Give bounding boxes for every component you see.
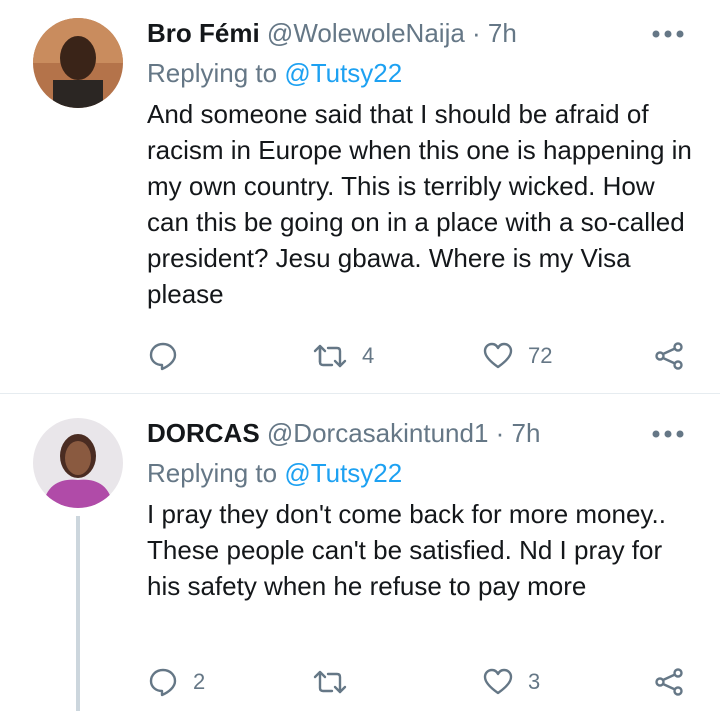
like-button[interactable]: 72 [482, 336, 552, 376]
timestamp[interactable]: · 7h [496, 418, 541, 448]
more-options-icon[interactable] [652, 28, 684, 40]
tweet-header: DORCAS @Dorcasakintund1 · 7h [147, 418, 540, 449]
replying-to-label: Replying to [147, 58, 285, 88]
share-icon [655, 342, 683, 370]
user-avatar-icon [33, 418, 123, 508]
thread-line [76, 516, 80, 711]
user-avatar-icon [33, 18, 123, 108]
like-button[interactable]: 3 [482, 662, 540, 702]
tweet-actions: 4 72 [147, 336, 697, 376]
mention-link[interactable]: @Tutsy22 [284, 458, 402, 488]
display-name[interactable]: Bro Fémi [147, 18, 260, 48]
user-handle[interactable]: @WolewoleNaija [267, 18, 465, 48]
avatar[interactable] [33, 18, 123, 108]
share-icon [655, 668, 683, 696]
share-button[interactable] [653, 662, 685, 702]
like-count: 3 [528, 669, 541, 694]
tweet-text: I pray they don't come back for more mon… [147, 499, 666, 601]
tweet-1[interactable]: Bro Fémi @WolewoleNaija · 7h Replying to… [0, 0, 720, 394]
reply-button[interactable] [147, 336, 193, 376]
display-name[interactable]: DORCAS [147, 418, 260, 448]
replying-to: Replying to @Tutsy22 [147, 58, 402, 89]
heart-icon [483, 668, 513, 695]
reply-icon [149, 668, 177, 697]
replying-to-label: Replying to [147, 458, 285, 488]
tweet-header: Bro Fémi @WolewoleNaija · 7h [147, 18, 517, 49]
retweet-button[interactable] [312, 662, 362, 702]
like-count: 72 [528, 343, 553, 368]
timestamp[interactable]: · 7h [472, 18, 517, 48]
reply-button[interactable]: 2 [147, 662, 205, 702]
tweet-text: And someone said that I should be afraid… [147, 99, 692, 309]
retweet-icon [313, 344, 347, 368]
tweet-actions: 2 3 [147, 662, 697, 702]
replying-to: Replying to @Tutsy22 [147, 458, 402, 489]
reply-count: 2 [193, 669, 206, 694]
retweet-count: 4 [362, 343, 375, 368]
more-options-icon[interactable] [652, 428, 684, 440]
reply-icon [149, 342, 177, 371]
share-button[interactable] [653, 336, 685, 376]
avatar[interactable] [33, 418, 123, 508]
retweet-icon [313, 670, 347, 694]
mention-link[interactable]: @Tutsy22 [284, 58, 402, 88]
heart-icon [483, 342, 513, 369]
retweet-button[interactable]: 4 [312, 336, 374, 376]
user-handle[interactable]: @Dorcasakintund1 [267, 418, 489, 448]
tweet-2[interactable]: DORCAS @Dorcasakintund1 · 7h Replying to… [0, 394, 720, 711]
